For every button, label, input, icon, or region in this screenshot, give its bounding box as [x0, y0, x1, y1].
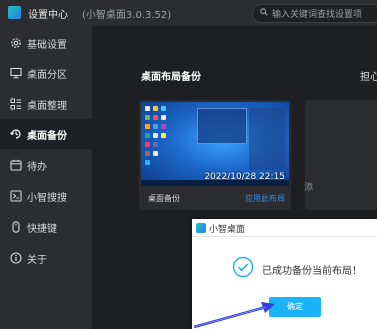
- annotation-arrow-icon: [193, 302, 275, 329]
- search-placeholder: 输入关键词查找设置项: [272, 10, 363, 20]
- sidebar-item-todo[interactable]: 待办: [0, 150, 92, 180]
- mouse-icon: [12, 221, 20, 233]
- backup-thumbnail: 2022/10/28 22:15: [141, 102, 289, 186]
- sidebar-item-label: 桌面备份: [27, 131, 67, 142]
- backup-card[interactable]: 2022/10/28 22:15 桌面备份 应用此布局: [139, 100, 291, 210]
- sidebar-item-desktop-partition[interactable]: 桌面分区: [0, 58, 92, 88]
- gear-icon: [11, 38, 21, 48]
- apply-layout-link[interactable]: 应用此布局: [245, 193, 285, 204]
- organize-icon: [10, 98, 21, 110]
- app-logo-icon: [8, 6, 21, 19]
- app-version: (小智桌面3.0.3.52): [82, 10, 172, 21]
- calendar-icon: [10, 159, 22, 171]
- title-bar: 设置中心 (小智桌面3.0.3.52) 输入关键词查找设置项: [0, 0, 377, 26]
- sidebar-item-shortcuts[interactable]: 快捷键: [0, 212, 92, 242]
- dialog-divider: [192, 236, 377, 237]
- sidebar: 基础设置 桌面分区 桌面整理 桌面备份 待办 小智搜搜 快捷键 关于: [0, 26, 92, 329]
- sidebar-item-label: 待办: [27, 162, 47, 173]
- add-backup-card[interactable]: [305, 100, 377, 210]
- sidebar-item-about[interactable]: 关于: [0, 243, 92, 273]
- sidebar-item-label: 桌面整理: [27, 101, 67, 112]
- monitor-icon: [10, 67, 22, 79]
- search-input[interactable]: 输入关键词查找设置项: [252, 4, 377, 23]
- sidebar-item-desktop-organize[interactable]: 桌面整理: [0, 89, 92, 119]
- search-icon: [260, 8, 268, 16]
- sidebar-item-label: 关于: [27, 255, 47, 266]
- dialog-message: 已成功备份当前布局！: [262, 266, 362, 277]
- sidebar-item-label: 小智搜搜: [27, 193, 67, 204]
- sidebar-item-xiaozhi-search[interactable]: 小智搜搜: [0, 181, 92, 211]
- sidebar-item-label: 基础设置: [27, 40, 67, 51]
- section-hint-link[interactable]: 担心: [360, 68, 377, 83]
- success-check-icon: [232, 256, 254, 278]
- search-app-icon: [10, 190, 22, 202]
- sidebar-item-label: 快捷键: [27, 224, 57, 235]
- sidebar-item-desktop-backup[interactable]: 桌面备份: [0, 119, 92, 149]
- backup-name: 桌面备份: [148, 194, 180, 203]
- app-logo-icon: [196, 223, 206, 233]
- info-icon: [10, 252, 22, 264]
- dialog-title: 小智桌面: [209, 225, 246, 235]
- sidebar-item-label: 桌面分区: [27, 70, 67, 81]
- section-title: 桌面布局备份: [141, 72, 201, 83]
- backup-timestamp: 2022/10/28 22:15: [204, 172, 285, 182]
- app-title: 设置中心: [28, 10, 68, 21]
- add-backup-label[interactable]: 添: [304, 180, 313, 193]
- backup-icon: [10, 129, 21, 139]
- sidebar-item-basic-settings[interactable]: 基础设置: [0, 28, 92, 58]
